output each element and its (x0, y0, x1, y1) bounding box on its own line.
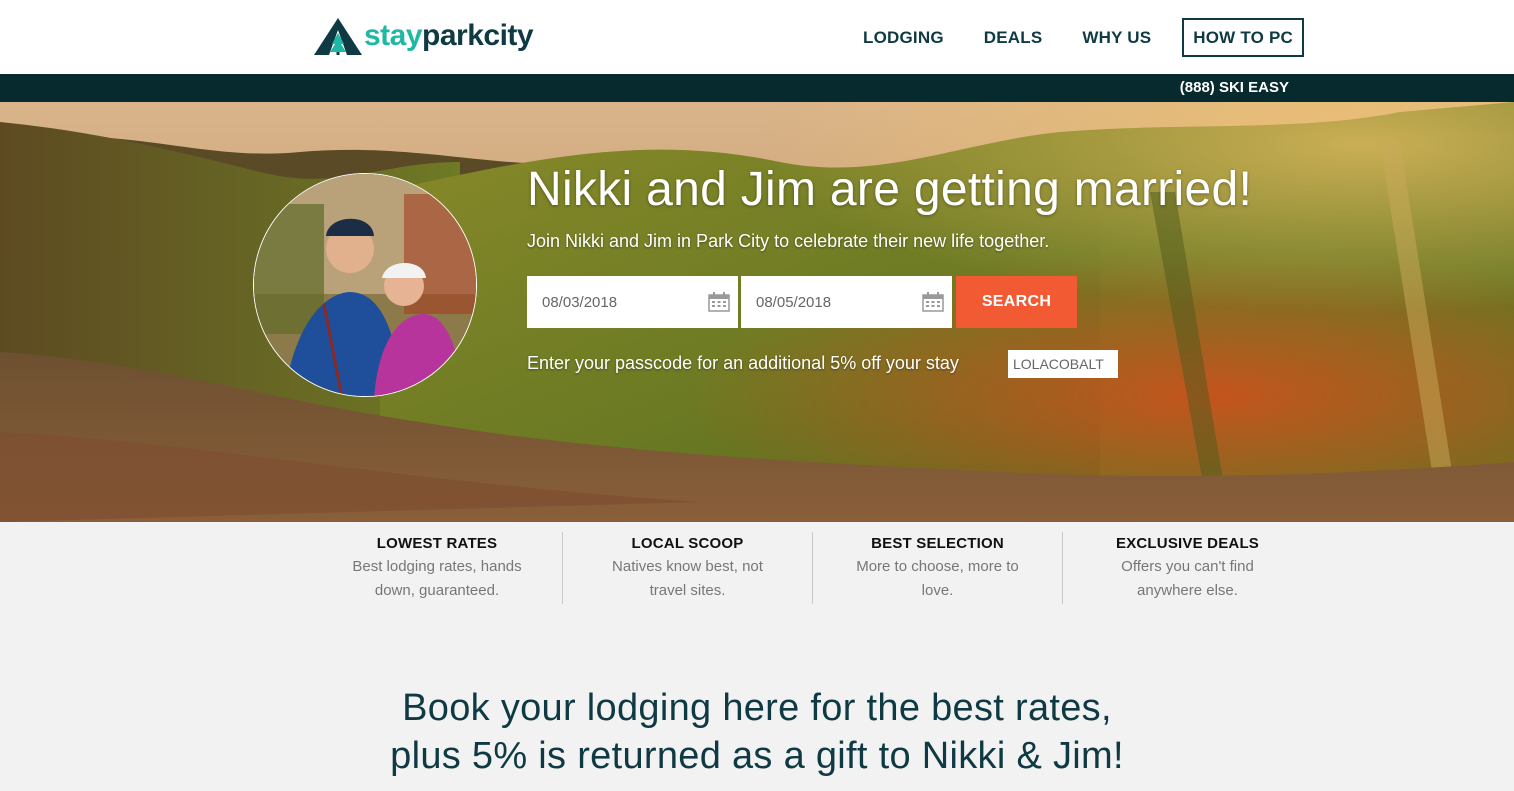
feature-text: Natives know best, not travel sites. (612, 558, 763, 599)
feature-title: BEST SELECTION (871, 535, 1004, 552)
logo-wordmark: stayparkcity (364, 16, 534, 56)
feature-title: EXCLUSIVE DEALS (1115, 535, 1260, 552)
feature-text: Best lodging rates, hands down, guarante… (352, 558, 522, 599)
main-nav: LODGING DEALS WHY US HOW TO PC (823, 18, 1304, 57)
logo-stay-text: stay (364, 19, 423, 52)
checkin-date-input[interactable] (527, 276, 687, 328)
feature-lowest-rates: LOWEST RATES Best lodging rates, hands d… (312, 532, 562, 604)
nav-lodging[interactable]: LODGING (863, 19, 944, 57)
book-heading-line-1: Book your lodging here for the best rate… (402, 687, 1112, 729)
mountain-tree-logo-icon (314, 18, 362, 55)
couple-photo-image (254, 174, 476, 396)
passcode-input[interactable] (1008, 350, 1118, 378)
calendar-icon[interactable] (922, 292, 944, 312)
feature-local-scoop: LOCAL SCOOP Natives know best, not trave… (562, 532, 812, 604)
couple-photo-avatar (253, 173, 477, 397)
book-lodging-heading: Book your lodging here for the best rate… (0, 684, 1514, 780)
checkout-date-input[interactable] (741, 276, 901, 328)
nav-how-to-pc-button[interactable]: HOW TO PC (1182, 18, 1304, 57)
hero-title: Nikki and Jim are getting married! (527, 163, 1253, 216)
calendar-icon[interactable] (708, 292, 730, 312)
book-heading-line-2: plus 5% is returned as a gift to Nikki &… (390, 735, 1124, 777)
feature-exclusive-deals: EXCLUSIVE DEALS Offers you can't find an… (1062, 532, 1312, 604)
passcode-label: Enter your passcode for an additional 5%… (527, 353, 959, 373)
phone-number-link[interactable]: (888) SKI EASY (1180, 74, 1289, 102)
search-button[interactable]: SEARCH (956, 276, 1077, 328)
logo-parkcity-text: parkcity (422, 19, 534, 52)
checkin-date-field[interactable] (527, 276, 738, 328)
feature-text: More to choose, more to love. (856, 558, 1019, 599)
feature-title: LOWEST RATES (376, 535, 498, 552)
nav-why-us[interactable]: WHY US (1082, 19, 1151, 57)
feature-title: LOCAL SCOOP (631, 535, 744, 552)
phone-bar: (888) SKI EASY (0, 74, 1514, 102)
site-logo[interactable]: stayparkcity (314, 16, 534, 56)
nav-deals[interactable]: DEALS (984, 19, 1043, 57)
hero-subtitle: Join Nikki and Jim in Park City to celeb… (527, 231, 1050, 251)
site-header: stayparkcity LODGING DEALS WHY US HOW TO… (0, 0, 1514, 74)
feature-best-selection: BEST SELECTION More to choose, more to l… (812, 532, 1062, 604)
checkout-date-field[interactable] (741, 276, 952, 328)
hero-section: Nikki and Jim are getting married! Join … (0, 102, 1514, 522)
feature-text: Offers you can't find anywhere else. (1121, 558, 1254, 599)
features-strip: LOWEST RATES Best lodging rates, hands d… (312, 522, 1312, 612)
